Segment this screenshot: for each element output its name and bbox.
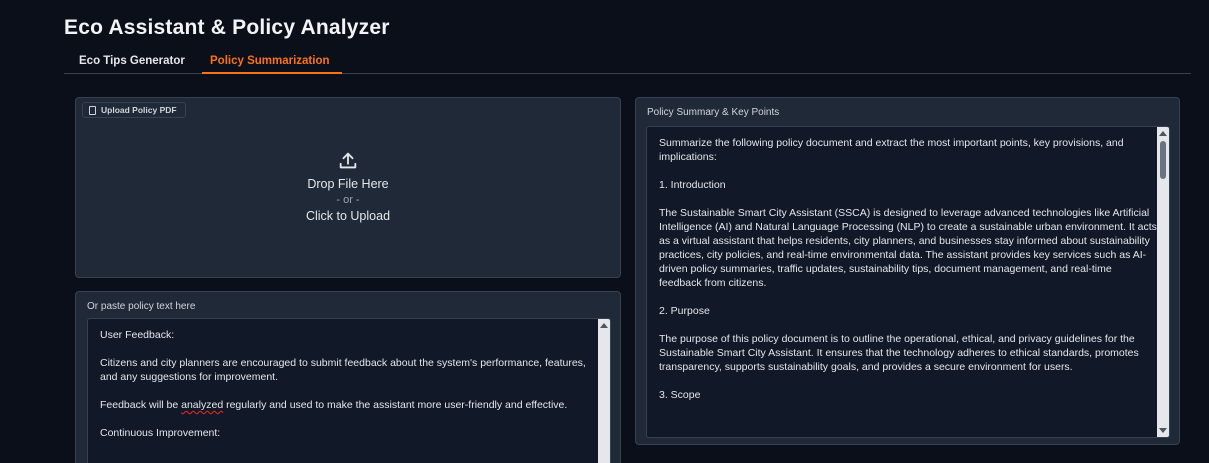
scroll-down-icon[interactable] [1159,428,1167,433]
upload-label: Upload Policy PDF [82,102,186,118]
summary-paragraph: Summarize the following policy document … [659,137,1127,163]
paste-paragraph: Feedback will be analyzed regularly and … [100,398,598,412]
summary-paragraph: The purpose of this policy document is t… [659,333,1142,373]
upload-label-text: Upload Policy PDF [101,105,177,115]
app-root: Eco Assistant & Policy Analyzer Eco Tips… [0,0,1209,463]
summary-label: Policy Summary & Key Points [647,107,780,118]
summary-scrollbar[interactable] [1157,127,1169,437]
scroll-thumb[interactable] [1160,141,1166,179]
file-icon [89,105,96,115]
upload-icon [339,152,357,169]
paste-paragraph: Citizens and city planners are encourage… [100,357,589,383]
click-to-upload-text: Click to Upload [305,209,391,223]
drop-file-text: Drop File Here [307,177,389,191]
scroll-up-icon[interactable] [600,323,608,328]
or-separator: - or - [336,194,360,206]
tab-eco-tips-generator[interactable]: Eco Tips Generator [79,55,185,72]
file-dropzone[interactable]: Drop File Here - or - Click to Upload [76,138,620,248]
paste-scrollbar[interactable] [598,319,610,463]
page-title: Eco Assistant & Policy Analyzer [64,16,390,39]
upload-panel: Upload Policy PDF Drop File Here - or - … [75,97,621,278]
paste-paragraph: User Feedback: [100,329,175,341]
summary-paragraph: 2. Purpose [659,305,710,317]
spellcheck-word: analyzed [181,399,224,411]
scroll-up-icon[interactable] [1159,131,1167,136]
summary-paragraph: 1. Introduction [659,179,726,191]
paste-panel: Or paste policy text here User Feedback:… [75,291,621,463]
summary-panel: Policy Summary & Key Points Summarize th… [635,97,1180,445]
paste-label: Or paste policy text here [87,301,196,312]
summary-output[interactable]: Summarize the following policy document … [646,126,1170,438]
tab-policy-summarization[interactable]: Policy Summarization [202,55,342,74]
tab-bar: Eco Tips Generator Policy Summarization [64,52,1191,74]
summary-paragraph: 3. Scope [659,389,701,401]
policy-text-input[interactable]: User Feedback: Citizens and city planner… [87,318,611,463]
paste-paragraph-text: Feedback will be analyzed regularly and … [100,399,568,411]
summary-paragraph: The Sustainable Smart City Assistant (SS… [659,207,1157,289]
paste-paragraph: Continuous Improvement: [100,427,221,439]
